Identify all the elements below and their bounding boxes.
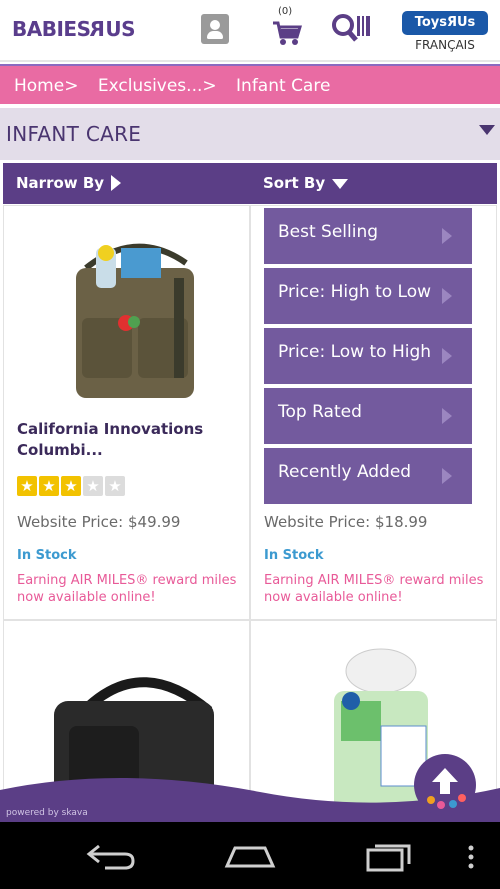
sort-option-label: Price: High to Low xyxy=(278,282,432,302)
breadcrumb-home[interactable]: Home> xyxy=(14,76,78,96)
category-header[interactable]: INFANT CARE xyxy=(0,108,500,160)
sort-option-label: Best Selling xyxy=(278,222,379,242)
star-empty-icon: ★ xyxy=(105,476,125,496)
stock-status: In Stock xyxy=(17,548,77,563)
home-icon[interactable] xyxy=(223,842,277,868)
chevron-right-icon xyxy=(442,408,452,424)
star-empty-icon: ★ xyxy=(83,476,103,496)
top-header: BABIESRUS (0) ToysЯUs FRANÇAIS xyxy=(0,0,500,62)
breadcrumb: Home> Exclusives...> Infant Care xyxy=(0,64,500,104)
sort-by-button[interactable]: Sort By xyxy=(263,174,325,192)
product-price: Website Price: $18.99 xyxy=(264,513,428,531)
air-miles-note: Earning AIR MILES® reward miles now avai… xyxy=(264,573,484,605)
sort-option-price-high-low[interactable]: Price: High to Low xyxy=(264,268,472,324)
sort-arrow-icon xyxy=(332,179,348,189)
toys-r-us-logo[interactable]: ToysЯUs xyxy=(402,11,488,35)
narrow-arrow-icon xyxy=(111,175,121,191)
page-title: INFANT CARE xyxy=(6,122,142,146)
logo-r: R xyxy=(90,17,106,41)
sort-option-price-low-high[interactable]: Price: Low to High xyxy=(264,328,472,384)
product-card[interactable]: California Innovations Columbi... ★ ★ ★ ★ ★ … xyxy=(3,205,250,620)
stock-status: In Stock xyxy=(264,548,324,563)
diaper-bag-image[interactable] xyxy=(66,228,206,403)
chevron-right-icon xyxy=(442,228,452,244)
sort-option-recently-added[interactable]: Recently Added xyxy=(264,448,472,504)
sort-option-best-selling[interactable]: Best Selling xyxy=(264,208,472,264)
search-barcode-icon[interactable] xyxy=(331,13,373,45)
filter-bar: Narrow By Sort By xyxy=(3,163,497,204)
powered-by-text: powered by skava xyxy=(6,808,88,818)
product-name[interactable]: California Innovations Columbi... xyxy=(17,419,217,461)
sort-option-label: Top Rated xyxy=(278,402,362,422)
breadcrumb-exclusives[interactable]: Exclusives...> xyxy=(98,76,217,96)
language-link[interactable]: FRANÇAIS xyxy=(402,38,488,52)
sort-option-label: Price: Low to High xyxy=(278,342,432,362)
cart-icon[interactable] xyxy=(272,20,302,46)
sort-dropdown: Best Selling Price: High to Low Price: L… xyxy=(264,208,472,508)
star-filled-icon: ★ xyxy=(17,476,37,496)
babies-r-us-logo[interactable]: BABIESRUS xyxy=(12,17,136,41)
star-filled-icon: ★ xyxy=(39,476,59,496)
cart-count: (0) xyxy=(278,6,293,17)
android-nav-bar xyxy=(0,822,500,889)
arrow-up-icon xyxy=(427,768,466,809)
chevron-right-icon xyxy=(442,348,452,364)
breadcrumb-current: Infant Care xyxy=(236,76,331,96)
back-icon[interactable] xyxy=(85,842,137,870)
menu-dots-icon[interactable] xyxy=(466,844,476,870)
scroll-to-top-button[interactable] xyxy=(414,754,476,816)
recent-apps-icon[interactable] xyxy=(365,840,415,872)
logo-text: BABIES xyxy=(12,17,91,41)
narrow-by-button[interactable]: Narrow By xyxy=(16,174,104,192)
product-price: Website Price: $49.99 xyxy=(17,513,181,531)
star-filled-icon: ★ xyxy=(61,476,81,496)
sort-option-label: Recently Added xyxy=(278,462,412,482)
air-miles-note: Earning AIR MILES® reward miles now avai… xyxy=(17,573,237,605)
chevron-right-icon xyxy=(442,288,452,304)
chevron-right-icon xyxy=(442,468,452,484)
logo-us: US xyxy=(105,17,136,41)
category-toggle-icon[interactable] xyxy=(479,125,495,135)
sort-option-top-rated[interactable]: Top Rated xyxy=(264,388,472,444)
account-icon[interactable] xyxy=(201,14,229,44)
rating-stars: ★ ★ ★ ★ ★ xyxy=(17,476,127,496)
